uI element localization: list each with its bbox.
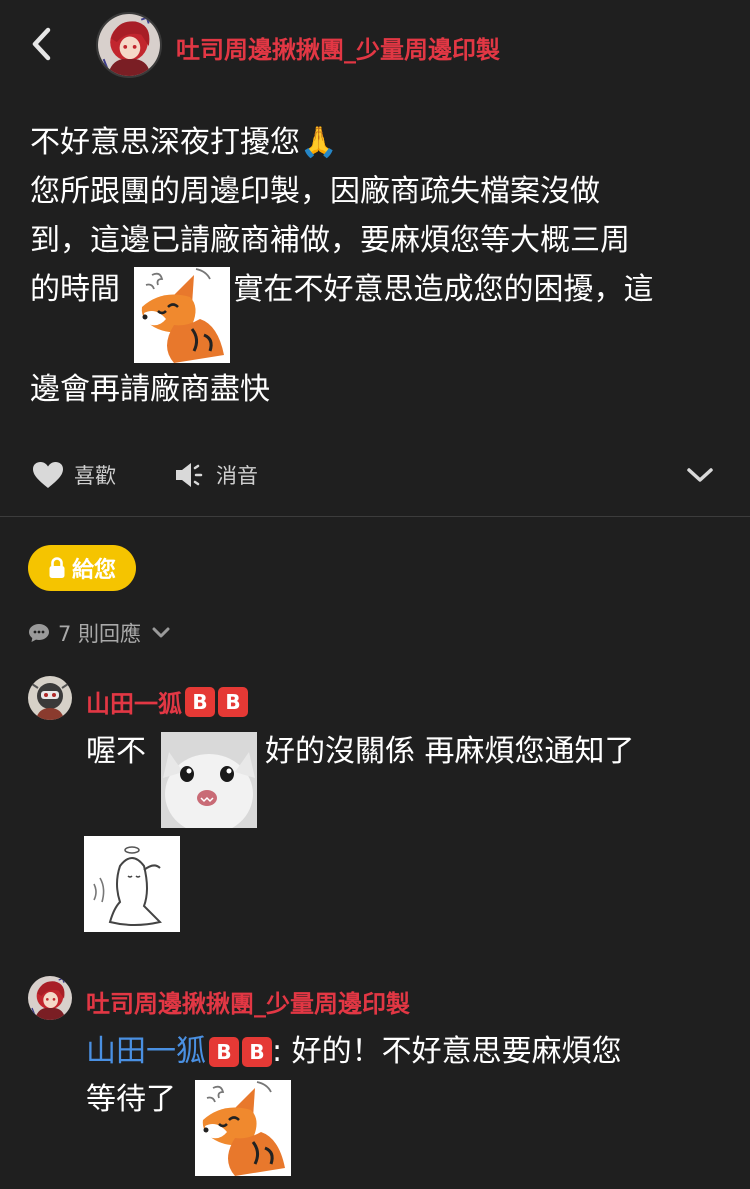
comment-author[interactable]: 山田一狐 B B [86,684,248,719]
page-title[interactable]: 吐司周邊揪揪團_少量周邊印製 [176,30,500,65]
post-line-1: 不好意思深夜打擾您🙏 [30,125,338,160]
like-button[interactable]: 喜歡 [32,460,116,490]
badge-b: B [209,1037,239,1067]
mute-button[interactable]: 消音 [174,460,258,490]
comment-avatar[interactable] [28,676,72,720]
comment-text-before: 喔不 [86,734,146,769]
reply-count[interactable]: 7 則回應 [28,618,171,648]
post-line-4: 的時間 實在不好意思造成您的困擾，這 [30,265,730,361]
post-line-3: 到，這邊已請廠商補做，要麻煩您等大概三周 [30,223,630,258]
comment-text-line-2: 等待了 [86,1082,176,1117]
badge-b: B [185,686,215,717]
badge-b: B [242,1037,272,1067]
lock-icon [49,557,65,578]
divider [0,516,750,517]
chevron-left-icon [32,27,51,61]
heart-icon [33,462,63,488]
badge-b: B [218,686,248,717]
post-line-5: 邊會再請廠商盡快 [30,372,270,407]
comment-avatar[interactable] [28,976,72,1020]
header-avatar[interactable] [96,12,162,78]
comment-author[interactable]: 吐司周邊揪揪團_少量周邊印製 [86,984,410,1019]
give-button[interactable]: 給您 [28,545,136,591]
speech-bubble-icon [29,624,49,642]
chevron-down-icon [152,627,170,638]
speaker-mute-icon [176,463,203,487]
praying-hands-icon: 🙏 [300,125,338,160]
post-line-2: 您所跟團的周邊印製，因廠商疏失檔案沒做 [30,174,600,209]
comment-text-after: 好的沒關係 再麻煩您通知了 [265,734,635,769]
mention-link[interactable]: 山田一狐 [86,1032,206,1072]
crying-cat-sticker[interactable] [161,732,257,828]
post-body: 不好意思深夜打擾您🙏 您所跟團的周邊印製，因廠商疏失檔案沒做 到，這邊已請廠商補… [30,118,730,414]
chevron-down-icon [687,468,713,482]
expand-button[interactable] [686,466,714,488]
comment-text-line-1: 山田一狐 B B : 好的！不好意思要麻煩您 [86,1032,622,1072]
ghost-sticker[interactable] [84,836,180,932]
back-button[interactable] [26,24,60,64]
fox-sticker[interactable] [195,1080,291,1176]
fox-sticker[interactable] [134,267,230,363]
